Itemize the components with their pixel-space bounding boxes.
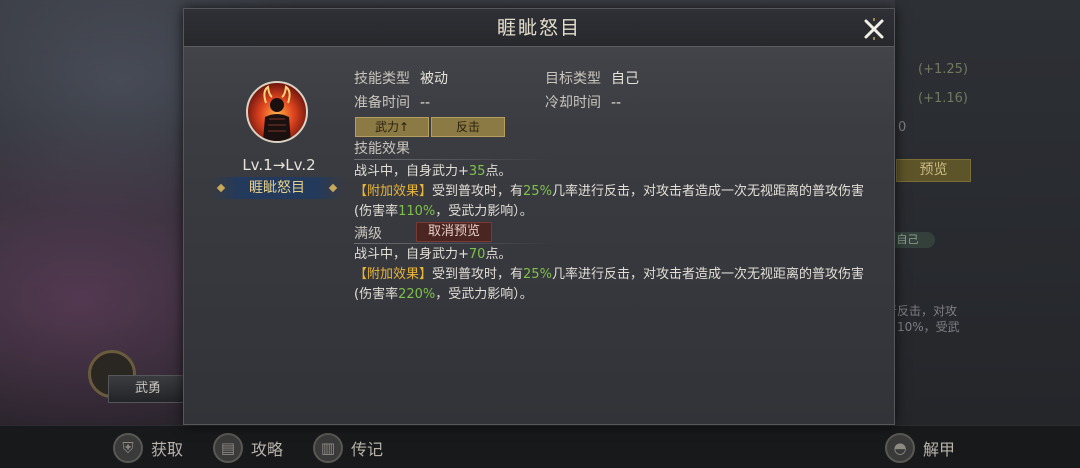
effect-extra-a: 受到普攻时，有 (432, 184, 524, 199)
plate-gem-right (328, 183, 338, 193)
skill-type-label: 技能类型 (354, 71, 410, 87)
close-x-icon (864, 18, 884, 40)
effect-line-1: 战斗中，自身武力+35点。 (354, 162, 874, 182)
close-button[interactable] (860, 15, 888, 43)
shield-icon: ⛨ (113, 433, 143, 463)
bottom-bar: ⛨ 获取 ▤ 攻略 ▥ 传记 ◓ 解甲 (0, 425, 1080, 468)
effect-extra-tag: 【附加效果】 (354, 184, 433, 199)
effect-line1-suffix: 点。 (485, 164, 512, 179)
disarm-button[interactable]: ◓ 解甲 (885, 431, 955, 465)
biography-label: 传记 (351, 440, 384, 459)
cancel-preview-button[interactable]: 取消预览 (416, 222, 492, 242)
skill-type-row: 技能类型 被动 (354, 68, 448, 88)
tag-counterattack: 反击 (431, 117, 505, 137)
effect-chance-value: 25% (523, 184, 552, 199)
prep-time-row: 准备时间 -- (354, 92, 430, 112)
target-type-label: 目标类型 (545, 71, 601, 87)
disarm-label: 解甲 (923, 440, 956, 459)
background-stat-2: (+1.16) (918, 91, 968, 106)
effect-force-value: 35 (468, 164, 486, 179)
effect-divider (354, 159, 554, 160)
max-extra-a: 受到普攻时，有 (432, 267, 524, 282)
skill-type-value: 被动 (420, 71, 448, 87)
background-stat-3: 0 (898, 120, 907, 135)
target-type-value: 自己 (611, 71, 639, 87)
level-text: Lv.1→Lv.2 (242, 156, 316, 174)
dialog-title: 睚眦怒目 (496, 17, 581, 39)
max-extra-c: ，受武力影响）。 (435, 287, 533, 302)
book-icon: ▥ (313, 433, 343, 463)
background-stat-1: (+1.25) (918, 62, 968, 77)
effect-rate-value: 110% (398, 204, 436, 219)
background-text-fragment-1: 行反击，对攻 (885, 304, 958, 318)
prep-time-label: 准备时间 (354, 95, 410, 111)
max-level-paragraph: 战斗中，自身武力+70点。 【附加效果】受到普攻时，有25%几率进行反击，对攻击… (354, 245, 874, 305)
background-preview-button: 预览 (896, 159, 971, 182)
effect-section-label: 技能效果 (354, 141, 410, 157)
max-level-extra: 【附加效果】受到普攻时，有25%几率进行反击，对攻击者造成一次无视距离的普攻伤害… (354, 265, 874, 305)
skill-detail-dialog: 睚眦怒目 Lv.1→Lv.2 睚眦怒目 技能类型 被动 目标类型 自己 准备时间 --… (183, 8, 895, 425)
cooldown-row: 冷却时间 -- (545, 92, 621, 112)
helmet-icon: ◓ (885, 433, 915, 463)
max-extra-tag: 【附加效果】 (354, 267, 433, 282)
tag-force-up: 武力↑ (355, 117, 429, 137)
scroll-icon: ▤ (213, 433, 243, 463)
background-badge: 武勇 (108, 375, 188, 403)
max-level-divider (354, 243, 554, 244)
biography-button[interactable]: ▥ 传记 (313, 431, 383, 465)
prep-time-value: -- (420, 95, 431, 111)
cooldown-label: 冷却时间 (545, 95, 601, 111)
effect-extra: 【附加效果】受到普攻时，有25%几率进行反击，对攻击者造成一次无视距离的普攻伤害… (354, 182, 874, 222)
acquire-label: 获取 (151, 440, 184, 459)
guide-label: 攻略 (251, 440, 284, 459)
skill-name: 睚眦怒目 (249, 180, 305, 196)
max-level-line-1: 战斗中，自身武力+70点。 (354, 245, 874, 265)
acquire-button[interactable]: ⛨ 获取 (113, 431, 183, 465)
cooldown-value: -- (611, 95, 622, 111)
warrior-flame-portrait-icon (263, 85, 291, 141)
target-type-row: 目标类型 自己 (545, 68, 639, 88)
skill-portrait (246, 81, 308, 143)
max-line1-prefix: 战斗中，自身武力+ (354, 247, 469, 262)
max-force-value: 70 (468, 247, 486, 262)
max-rate-value: 220% (398, 287, 436, 302)
plate-gem-left (216, 183, 226, 193)
background-text-fragment-2: 10%，受武 (897, 320, 960, 334)
effect-paragraph: 战斗中，自身武力+35点。 【附加效果】受到普攻时，有25%几率进行反击，对攻击… (354, 162, 874, 222)
guide-button[interactable]: ▤ 攻略 (213, 431, 283, 465)
effect-extra-c: ，受武力影响）。 (435, 204, 533, 219)
effect-line1-prefix: 战斗中，自身武力+ (354, 164, 469, 179)
skill-name-plate: 睚眦怒目 (212, 177, 342, 199)
max-chance-value: 25% (523, 267, 552, 282)
max-level-section-label: 满级 (354, 226, 382, 242)
max-line1-suffix: 点。 (485, 247, 512, 262)
